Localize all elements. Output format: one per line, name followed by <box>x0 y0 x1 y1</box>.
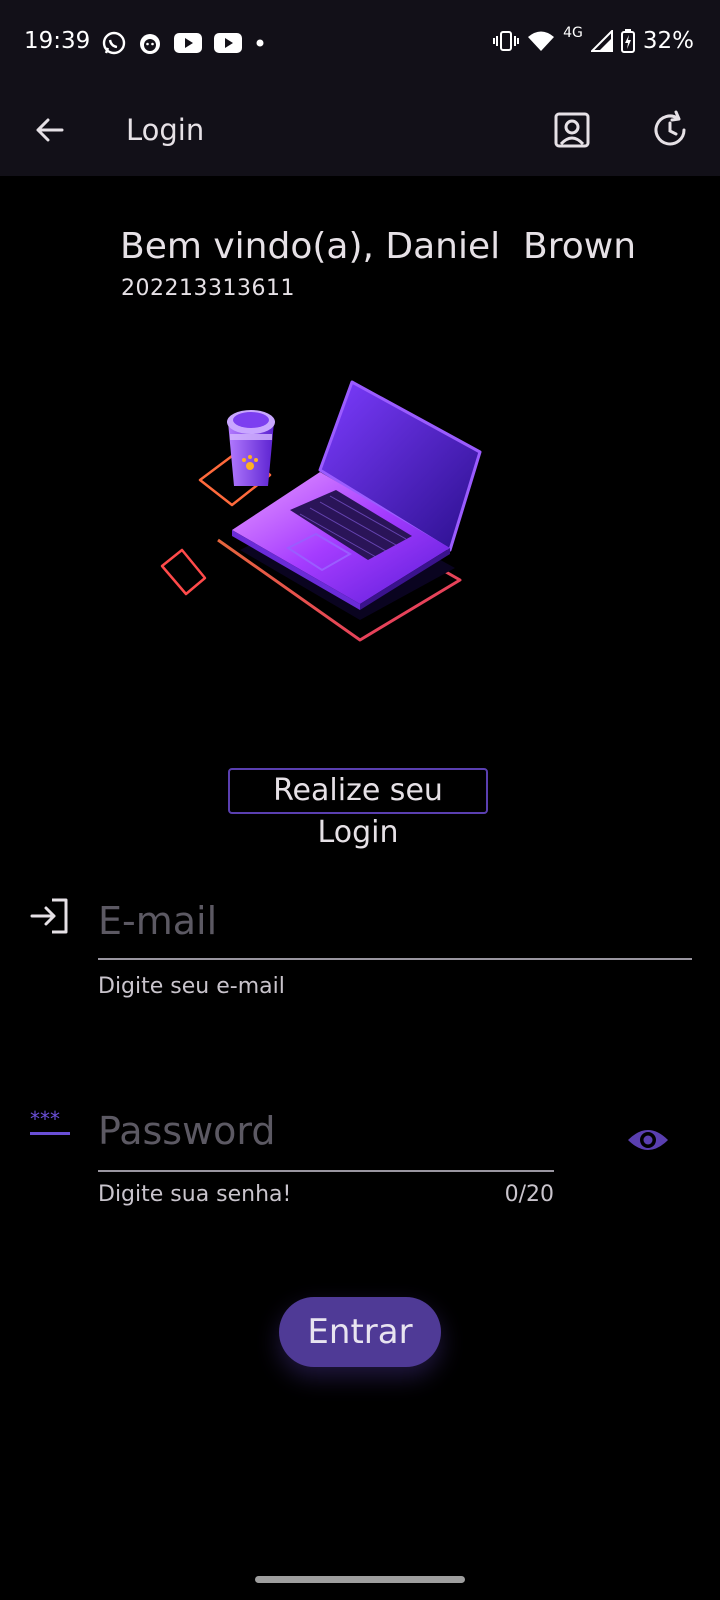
system-icons: 4G 32% <box>493 25 694 54</box>
cat-app-icon <box>140 34 160 54</box>
login-icon <box>30 898 68 934</box>
password-icon: *** <box>30 1108 70 1135</box>
gesture-nav-handle[interactable] <box>255 1576 465 1583</box>
email-helper-text: Digite seu e-mail <box>98 974 285 999</box>
network-type-label: 4G <box>563 25 583 41</box>
password-helper-text: Digite sua senha! <box>98 1182 292 1207</box>
wifi-icon <box>528 31 555 51</box>
status-time: 19:39 <box>24 28 91 54</box>
user-id: 202213313611 <box>121 276 295 301</box>
password-char-counter: 0/20 <box>504 1182 554 1207</box>
youtube-icon <box>214 33 242 53</box>
app-bar: Login <box>0 86 720 176</box>
entrar-button[interactable]: Entrar <box>279 1297 441 1367</box>
notification-icons <box>101 30 267 56</box>
svg-text:***: *** <box>30 1108 60 1131</box>
dot-icon <box>256 39 264 47</box>
vibrate-icon <box>493 31 520 51</box>
whatsapp-icon <box>102 31 126 55</box>
email-field[interactable] <box>98 884 692 960</box>
password-field[interactable] <box>98 1092 554 1172</box>
signal-icon <box>590 30 613 52</box>
login-section-label: Realize seu Login <box>228 768 488 850</box>
history-icon[interactable] <box>646 106 694 154</box>
account-box-icon[interactable] <box>548 106 596 154</box>
laptop-illustration <box>160 380 482 642</box>
arrow-left-icon[interactable] <box>28 108 72 152</box>
youtube-icon <box>174 33 202 53</box>
welcome-greeting: Bem vindo(a), Daniel Brown <box>120 226 637 267</box>
battery-level: 32% <box>642 28 694 54</box>
page-title: Login <box>126 113 205 147</box>
status-bar: 19:39 4G 32% <box>0 0 720 86</box>
battery-charging-icon <box>620 29 635 53</box>
eye-icon[interactable] <box>624 1120 672 1160</box>
